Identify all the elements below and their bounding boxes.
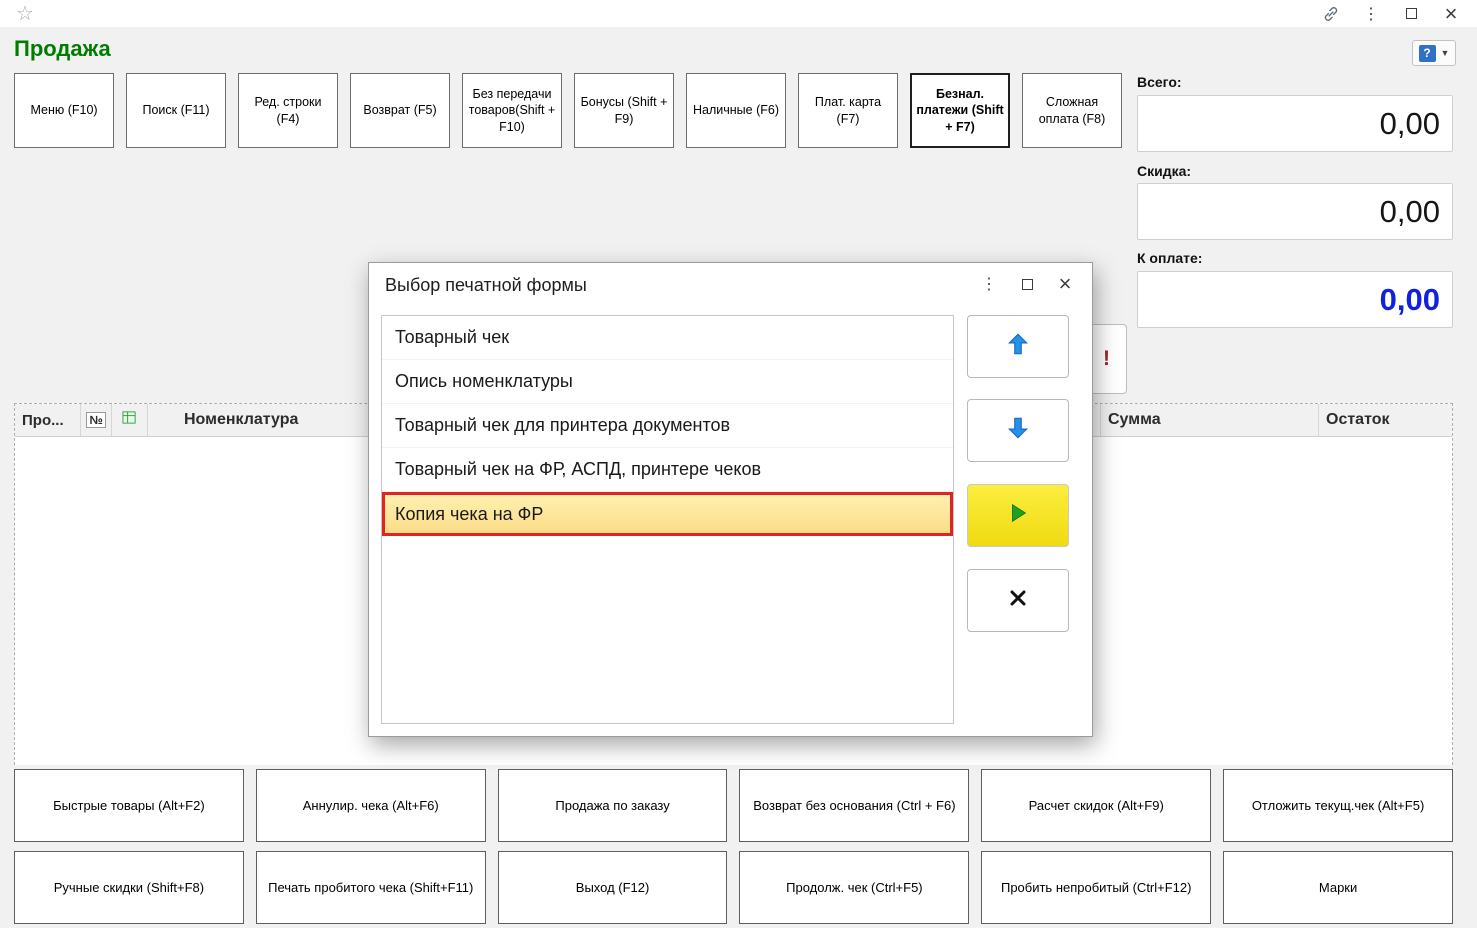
pos-toolbar: Меню (F10) Поиск (F11) Ред. строки (F4) … <box>14 73 1122 148</box>
print-form-item[interactable]: Товарный чек для принтера документов <box>382 404 953 448</box>
footer-row-2: Ручные скидки (Shift+F8) Печать пробитог… <box>14 851 1453 924</box>
page-title: Продажа <box>14 36 111 61</box>
dialog-title: Выбор печатной формы <box>385 275 587 295</box>
discount-label: Скидка: <box>1137 163 1192 179</box>
footer-button-discount-calc[interactable]: Расчет скидок (Alt+F9) <box>981 769 1212 842</box>
payable-value-field: 0,00 <box>1137 271 1453 328</box>
column-header-characteristics[interactable] <box>112 404 148 436</box>
help-icon: ? <box>1418 44 1436 62</box>
window-maximize-icon[interactable] <box>1391 0 1431 27</box>
footer-button-sale-by-order[interactable]: Продажа по заказу <box>497 769 728 842</box>
print-form-item[interactable]: Товарный чек на ФР, АСПД, принтере чеков <box>382 448 953 492</box>
window-titlebar: ☆ ⋮ × <box>0 0 1477 27</box>
toolbar-button-menu[interactable]: Меню (F10) <box>14 73 114 148</box>
print-form-item[interactable]: Товарный чек <box>382 316 953 360</box>
footer-button-manual-discounts[interactable]: Ручные скидки (Shift+F8) <box>14 851 244 924</box>
print-form-dialog: Выбор печатной формы ⋮ × Товарный чек Оп… <box>368 262 1093 737</box>
characteristics-icon <box>122 410 137 430</box>
column-header-sum[interactable]: Сумма <box>1101 404 1319 436</box>
window-close-icon[interactable]: × <box>1431 0 1471 27</box>
footer-row-1: Быстрые товары (Alt+F2) Аннулир. чека (A… <box>14 769 1453 842</box>
cancel-button[interactable] <box>967 569 1069 632</box>
footer-button-quick-goods[interactable]: Быстрые товары (Alt+F2) <box>14 769 244 842</box>
dialog-chrome: ⋮ × <box>970 269 1084 299</box>
toolbar-button-complex-payment[interactable]: Сложная оплата (F8) <box>1022 73 1122 148</box>
total-label: Всего: <box>1137 74 1182 90</box>
toolbar-button-search[interactable]: Поиск (F11) <box>126 73 226 148</box>
column-header-rest[interactable]: Остаток <box>1319 404 1452 436</box>
payable-label: К оплате: <box>1137 250 1203 266</box>
footer-button-print-punched-check[interactable]: Печать пробитого чека (Shift+F11) <box>255 851 486 924</box>
total-value-field: 0,00 <box>1137 95 1453 152</box>
footer-button-marks[interactable]: Марки <box>1223 851 1453 924</box>
toolbar-button-edit-row[interactable]: Ред. строки (F4) <box>238 73 338 148</box>
move-down-button[interactable] <box>967 399 1069 462</box>
dialog-maximize-icon[interactable] <box>1008 269 1046 299</box>
print-form-item[interactable]: Опись номенклатуры <box>382 360 953 404</box>
dialog-menu-kebab-icon[interactable]: ⋮ <box>970 269 1008 299</box>
column-header-number[interactable]: № <box>81 404 112 436</box>
close-x-icon <box>1008 588 1028 613</box>
select-button[interactable] <box>967 484 1069 547</box>
arrow-down-icon <box>1005 415 1031 446</box>
play-icon <box>1007 502 1029 529</box>
favorite-star-icon[interactable]: ☆ <box>16 1 34 26</box>
arrow-up-icon <box>1005 331 1031 362</box>
toolbar-button-return[interactable]: Возврат (F5) <box>350 73 450 148</box>
dialog-close-icon[interactable]: × <box>1046 269 1084 299</box>
toolbar-button-no-goods-transfer[interactable]: Без передачи товаров(Shift + F10) <box>462 73 562 148</box>
discount-value-field: 0,00 <box>1137 183 1453 240</box>
chevron-down-icon: ▼ <box>1440 48 1450 58</box>
print-form-item-selected[interactable]: Копия чека на ФР <box>382 492 953 536</box>
move-up-button[interactable] <box>967 315 1069 378</box>
toolbar-button-bonuses[interactable]: Бонусы (Shift + F9) <box>574 73 674 148</box>
footer-button-return-without-basis[interactable]: Возврат без основания (Ctrl + F6) <box>739 769 970 842</box>
link-icon[interactable] <box>1311 0 1351 27</box>
footer-button-hold-current-check[interactable]: Отложить текущ.чек (Alt+F5) <box>1223 769 1453 842</box>
toolbar-button-payment-card[interactable]: Плат. карта (F7) <box>798 73 898 148</box>
footer-button-punch-unpunched[interactable]: Пробить непробитый (Ctrl+F12) <box>981 851 1212 924</box>
window-chrome: ⋮ × <box>1311 0 1471 27</box>
toolbar-button-cashless-payments[interactable]: Безнал. платежи (Shift + F7) <box>910 73 1010 148</box>
column-header-prod[interactable]: Про... <box>15 404 81 436</box>
print-form-list: Товарный чек Опись номенклатуры Товарный… <box>381 315 954 724</box>
help-button[interactable]: ? ▼ <box>1412 40 1456 66</box>
toolbar-button-cash[interactable]: Наличные (F6) <box>686 73 786 148</box>
footer-button-continue-check[interactable]: Продолж. чек (Ctrl+F5) <box>739 851 970 924</box>
footer-button-exit[interactable]: Выход (F12) <box>497 851 728 924</box>
footer-button-void-check[interactable]: Аннулир. чека (Alt+F6) <box>255 769 486 842</box>
window-menu-kebab-icon[interactable]: ⋮ <box>1351 0 1391 27</box>
